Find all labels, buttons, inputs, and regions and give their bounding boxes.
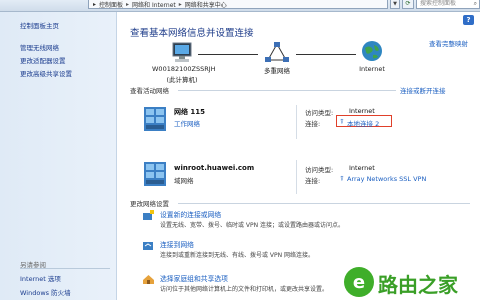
connect-to-network-link[interactable]: 连接到网络: [160, 239, 194, 249]
sidebar-divider: [20, 268, 110, 269]
breadcrumb-separator-icon: ▸: [126, 0, 130, 8]
access-type-value: Internet: [349, 164, 375, 172]
multiple-networks-icon: [265, 42, 289, 62]
setup-connection-desc: 设置无线、宽带、拨号、临时或 VPN 连接；或设置路由器或访问点。: [160, 222, 345, 229]
watermark: e 路由之家: [342, 265, 480, 300]
sidebar-home-link[interactable]: 控制面板主页: [20, 20, 59, 30]
breadcrumb-network-internet[interactable]: 网络和 Internet: [132, 0, 176, 9]
map-connector-line: [198, 54, 258, 55]
watermark-e-icon: e: [353, 272, 365, 293]
section-divider: [178, 90, 396, 91]
column-divider: [296, 160, 297, 194]
local-connection-link[interactable]: 本地连接 2: [347, 118, 379, 128]
network-type-link[interactable]: 工作网络: [174, 118, 200, 128]
sidebar-item-adapter-settings[interactable]: 更改适配器设置: [20, 55, 66, 65]
page-title: 查看基本网络信息并设置连接: [130, 28, 254, 39]
homegroup-icon: [143, 275, 154, 284]
connections-label: 连接:: [305, 120, 321, 128]
connect-network-icon: [143, 242, 153, 250]
breadcrumb-control-panel[interactable]: 控制面板: [99, 0, 123, 9]
breadcrumb-sharing-center[interactable]: 网络和共享中心: [185, 0, 227, 9]
breadcrumb-arrow-icon: ▸: [93, 0, 97, 8]
sidebar: 控制面板主页 管理无线网络 更改适配器设置 更改高级共享设置 另请参阅 Inte…: [0, 12, 117, 300]
history-dropdown-icon[interactable]: ▼: [390, 0, 400, 9]
search-input[interactable]: 搜索控制面板 ⌕: [416, 0, 480, 9]
active-networks-title: 查看活动网络: [130, 87, 169, 95]
access-type-value: Internet: [349, 107, 375, 115]
network-name: 网络 115: [174, 108, 206, 116]
connections-label: 连接:: [305, 177, 321, 185]
section-divider: [178, 203, 470, 204]
search-placeholder: 搜索控制面板: [420, 0, 457, 7]
network-type-label: 域网络: [174, 177, 194, 185]
new-connection-icon: [143, 210, 154, 220]
breadcrumb[interactable]: ▸ 控制面板 ▸ 网络和 Internet ▸ 网络和共享中心: [88, 0, 388, 9]
help-icon[interactable]: ?: [463, 15, 474, 25]
homegroup-sharing-desc: 访问位于其他网络计算机上的文件和打印机，或更改共享设置。: [160, 286, 329, 293]
watermark-text: 路由之家: [378, 273, 458, 297]
svg-text:e: e: [353, 272, 365, 293]
view-full-map-link[interactable]: 查看完整映射: [429, 38, 468, 48]
vpn-icon: ⍒: [340, 175, 344, 183]
change-settings-title: 更改网络设置: [130, 200, 169, 208]
domain-network-icon: [144, 162, 166, 186]
multiple-networks-label: 多重网络: [264, 67, 290, 75]
computer-sub-label: (此计算机): [166, 76, 198, 84]
refresh-icon[interactable]: ⟳: [402, 0, 414, 9]
access-type-label: 访问类型:: [305, 166, 334, 174]
sidebar-item-advanced-sharing[interactable]: 更改高级共享设置: [20, 68, 72, 78]
homegroup-sharing-link[interactable]: 选择家庭组和共享选项: [160, 273, 228, 283]
column-divider: [296, 105, 297, 139]
computer-icon: [172, 42, 192, 62]
address-bar: ▸ 控制面板 ▸ 网络和 Internet ▸ 网络和共享中心 ▼ ⟳ 搜索控制…: [0, 0, 480, 12]
sidebar-item-internet-options[interactable]: Internet 选项: [20, 273, 61, 283]
search-icon[interactable]: ⌕: [474, 0, 477, 8]
connect-disconnect-link[interactable]: 连接或断开连接: [400, 85, 446, 95]
ethernet-icon: ⍒: [340, 118, 344, 126]
sidebar-item-windows-firewall[interactable]: Windows 防火墙: [20, 287, 71, 297]
network-name: winroot.huawei.com: [174, 164, 255, 172]
main-panel: ? 查看基本网络信息并设置连接 查看完整映射 W00182100ZSSRJH (…: [118, 12, 480, 300]
work-network-icon: [144, 107, 166, 131]
breadcrumb-separator-icon: ▸: [178, 0, 182, 8]
setup-connection-link[interactable]: 设置新的连接或网络: [160, 209, 221, 219]
access-type-label: 访问类型:: [305, 109, 334, 117]
globe-icon: [362, 41, 382, 61]
sidebar-item-manage-wireless[interactable]: 管理无线网络: [20, 42, 59, 52]
internet-label: Internet: [359, 65, 385, 73]
computer-name-label: W00182100ZSSRJH: [152, 65, 216, 73]
vpn-connection-link[interactable]: Array Networks SSL VPN: [347, 175, 426, 183]
connect-to-network-desc: 连接到或重新连接到无线、有线、拨号或 VPN 网络连接。: [160, 252, 315, 259]
map-connector-line: [296, 54, 356, 55]
watermark-logo-icon: e: [344, 267, 374, 297]
